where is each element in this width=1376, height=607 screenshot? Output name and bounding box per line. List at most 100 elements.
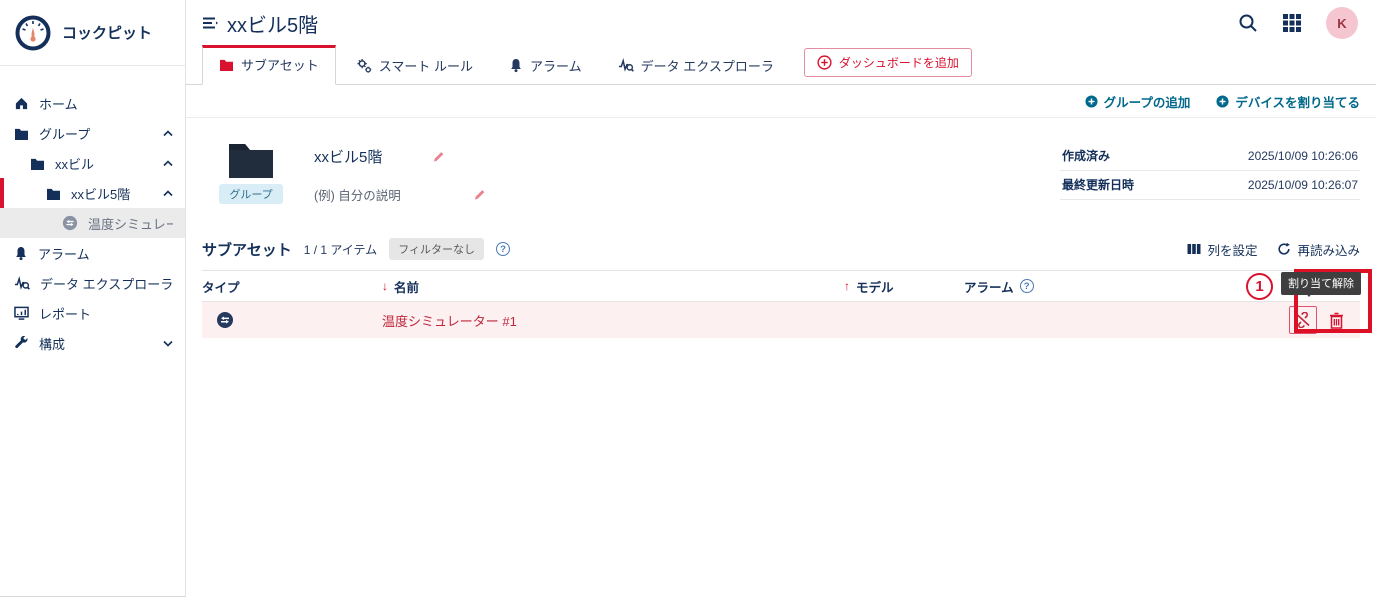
data-explorer-icon: [618, 58, 634, 73]
cell-actions: [1238, 306, 1360, 334]
tab-data-explorer[interactable]: データ エクスプローラ: [602, 47, 790, 85]
group-description: (例) 自分の説明: [314, 185, 401, 204]
device-name-link[interactable]: 温度シミュレーター #1: [382, 314, 517, 329]
content-area: グループ xxビル5階 (例) 自分の説明: [186, 118, 1376, 607]
add-group-link[interactable]: グループの追加: [1085, 92, 1191, 111]
reload-label: 再読み込み: [1297, 240, 1360, 259]
sidebar-item-label: 構成: [39, 334, 153, 353]
sidebar-item-label: レポート: [39, 304, 173, 323]
edit-name-pencil-icon[interactable]: [430, 148, 447, 165]
chevron-down-icon[interactable]: [163, 340, 173, 347]
sidebar-item-xx-building[interactable]: xxビル: [0, 148, 185, 178]
subassets-table: タイプ ↓ 名前 ↑ モデル アラーム ?: [202, 270, 1360, 338]
configure-columns-button[interactable]: 列を設定: [1187, 240, 1257, 259]
tab-label: データ エクスプローラ: [641, 56, 774, 75]
tab-label: アラーム: [530, 56, 582, 75]
chevron-up-icon[interactable]: [163, 160, 173, 167]
tab-subassets[interactable]: サブアセット: [202, 45, 336, 85]
unlink-icon: [1295, 312, 1311, 328]
sidebar: コックピット ホーム グループ: [0, 0, 186, 597]
gauge-logo-icon: [14, 14, 52, 52]
reload-button[interactable]: 再読み込み: [1277, 240, 1360, 259]
add-dashboard-label: ダッシュボードを追加: [839, 54, 959, 71]
add-dashboard-button[interactable]: ダッシュボードを追加: [804, 48, 972, 77]
sidebar-item-reports[interactable]: レポート: [0, 298, 185, 328]
app-switcher-icon[interactable]: [1282, 13, 1302, 33]
asset-tree-icon[interactable]: [202, 16, 218, 30]
column-header-type[interactable]: タイプ: [202, 277, 382, 296]
unassign-button[interactable]: [1289, 306, 1317, 334]
subassets-header: サブアセット 1 / 1 アイテム フィルターなし ? 列を設定: [202, 232, 1360, 270]
device-icon: [62, 215, 78, 231]
tab-smart-rules[interactable]: スマート ルール: [340, 47, 489, 85]
column-label: 名前: [394, 277, 419, 296]
report-icon: [14, 306, 29, 320]
folder-icon: [46, 187, 61, 200]
add-group-label: グループの追加: [1104, 92, 1191, 111]
tab-label: サブアセット: [241, 55, 319, 74]
created-value: 2025/10/09 10:26:06: [1248, 149, 1358, 163]
cell-name: 温度シミュレーター #1: [382, 311, 844, 330]
assign-device-label: デバイスを割り当てる: [1235, 92, 1360, 111]
chevron-up-icon[interactable]: [163, 190, 173, 197]
sort-desc-icon[interactable]: ↓: [382, 279, 388, 293]
sidebar-item-label: グループ: [39, 124, 153, 143]
sidebar-item-label: xxビル: [55, 154, 153, 173]
column-label: アラーム: [964, 277, 1014, 296]
trash-icon: [1329, 312, 1344, 329]
sidebar-nav: ホーム グループ xxビル: [0, 66, 185, 358]
search-icon[interactable]: [1238, 13, 1258, 33]
action-bar: グループの追加 デバイスを割り当てる: [186, 85, 1376, 118]
home-icon: [14, 96, 29, 111]
edit-description-pencil-icon[interactable]: [471, 186, 488, 203]
updated-value: 2025/10/09 10:26:07: [1248, 178, 1358, 192]
sidebar-item-configuration[interactable]: 構成: [0, 328, 185, 358]
app-root: コックピット ホーム グループ: [0, 0, 1376, 607]
assign-device-link[interactable]: デバイスを割り当てる: [1216, 92, 1360, 111]
user-avatar[interactable]: K: [1326, 7, 1358, 39]
column-label: タイプ: [202, 277, 240, 296]
cell-type: [202, 311, 382, 329]
bell-icon: [14, 246, 28, 261]
sidebar-item-temperature-simulator[interactable]: 温度シミュレーター …: [0, 208, 185, 238]
app-logo[interactable]: コックピット: [0, 0, 185, 66]
sidebar-item-alarms[interactable]: アラーム: [0, 238, 185, 268]
delete-button[interactable]: [1329, 312, 1344, 329]
tab-alarms[interactable]: アラーム: [493, 47, 598, 85]
table-row[interactable]: 温度シミュレーター #1: [202, 302, 1360, 338]
sort-asc-icon[interactable]: ↑: [844, 279, 850, 293]
sidebar-item-label: xxビル5階: [71, 184, 153, 203]
filter-badge: フィルターなし: [389, 238, 484, 260]
sidebar-item-home[interactable]: ホーム: [0, 88, 185, 118]
smart-rules-icon: [356, 58, 372, 73]
columns-icon: [1187, 243, 1201, 255]
tooltip-caret: [1304, 291, 1314, 297]
updated-label: 最終更新日時: [1062, 176, 1134, 193]
help-icon[interactable]: ?: [1020, 279, 1034, 293]
plus-circle-filled-icon: [1085, 95, 1098, 108]
group-meta: 作成済み 2025/10/09 10:26:06 最終更新日時 2025/10/…: [1060, 140, 1360, 200]
sidebar-item-xx-building-5f[interactable]: xxビル5階: [0, 178, 185, 208]
help-icon[interactable]: ?: [496, 242, 510, 256]
created-row: 作成済み 2025/10/09 10:26:06: [1060, 142, 1360, 171]
column-header-alarms[interactable]: アラーム ?: [964, 277, 1238, 296]
bell-icon: [509, 58, 523, 73]
tools-icon: [14, 336, 29, 351]
sidebar-item-label: ホーム: [39, 94, 173, 113]
column-header-model[interactable]: ↑ モデル: [844, 277, 964, 296]
folder-icon: [14, 127, 29, 140]
unassign-tooltip: 割り当て解除: [1281, 272, 1361, 295]
chevron-up-icon[interactable]: [163, 130, 173, 137]
sidebar-item-label: アラーム: [38, 244, 173, 263]
sidebar-item-groups[interactable]: グループ: [0, 118, 185, 148]
data-explorer-icon: [14, 276, 30, 291]
created-label: 作成済み: [1062, 147, 1110, 164]
main-area: xxビル5階 K: [186, 0, 1376, 607]
tab-bar: サブアセット: [186, 46, 1376, 85]
page-title: xxビル5階: [227, 9, 318, 38]
sidebar-item-data-explorer[interactable]: データ エクスプローラ: [0, 268, 185, 298]
annotation-number-badge: 1: [1246, 273, 1273, 300]
column-header-name[interactable]: ↓ 名前: [382, 277, 844, 296]
column-label: モデル: [856, 277, 894, 296]
group-card: グループ xxビル5階 (例) 自分の説明: [202, 134, 1360, 222]
